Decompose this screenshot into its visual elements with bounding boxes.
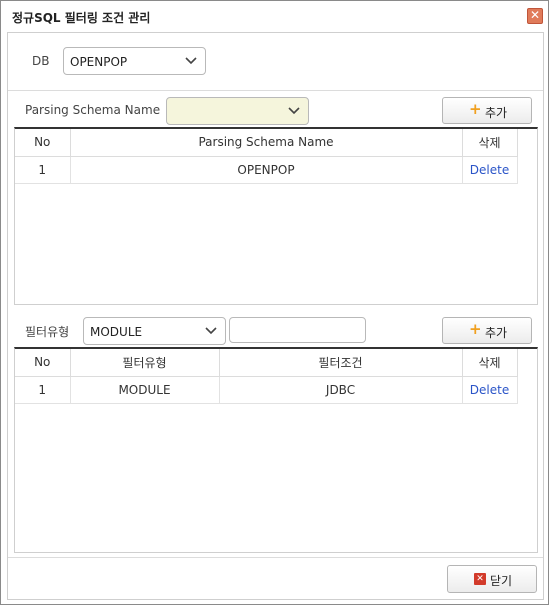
table-row: 1 OPENPOP Delete [15, 156, 518, 184]
chevron-down-icon [177, 48, 205, 74]
close-icon: ✕ [474, 573, 486, 585]
schema-grid: No Parsing Schema Name 삭제 1 OPENPOP Dele… [14, 127, 538, 305]
filter-col-delete: 삭제 [462, 349, 518, 377]
close-icon[interactable]: ✕ [527, 8, 543, 24]
filter-row-condition: JDBC [219, 376, 463, 404]
filter-col-type: 필터유형 [70, 349, 220, 377]
filter-col-condition: 필터조건 [219, 349, 463, 377]
schema-row-name: OPENPOP [70, 156, 463, 184]
db-select[interactable]: OPENPOP [63, 47, 206, 75]
schema-add-label: 추가 [485, 106, 508, 120]
schema-add-button[interactable]: + 추가 [442, 97, 532, 124]
schema-row-no: 1 [15, 156, 71, 184]
plus-icon: + [469, 320, 482, 338]
delete-link[interactable]: Delete [470, 163, 509, 177]
filter-grid: No 필터유형 필터조건 삭제 1 MODULE JDBC Delete [14, 347, 538, 553]
schema-header-row: No Parsing Schema Name 삭제 [15, 129, 518, 157]
schema-col-name: Parsing Schema Name [70, 129, 463, 157]
filter-row-no: 1 [15, 376, 71, 404]
db-section: DB OPENPOP [8, 33, 543, 91]
footer-divider [8, 557, 543, 558]
db-label: DB [32, 54, 50, 68]
chevron-down-icon [197, 318, 225, 344]
filter-row-type: MODULE [70, 376, 220, 404]
schema-select[interactable] [166, 97, 309, 125]
plus-icon: + [469, 100, 482, 118]
dialog-content: DB OPENPOP Parsing Schema Name + 추가 No P… [7, 32, 544, 600]
close-button[interactable]: ✕ 닫기 [447, 565, 537, 593]
dialog-title: 정규SQL 필터링 조건 관리 [12, 11, 151, 25]
filter-col-no: No [15, 349, 71, 377]
title-bar: 정규SQL 필터링 조건 관리 ✕ [1, 1, 548, 31]
close-button-label: 닫기 [490, 574, 513, 588]
filter-header-row: No 필터유형 필터조건 삭제 [15, 349, 518, 377]
filter-table: No 필터유형 필터조건 삭제 1 MODULE JDBC Delete [15, 349, 518, 404]
schema-label: Parsing Schema Name [25, 103, 161, 117]
table-row: 1 MODULE JDBC Delete [15, 376, 518, 404]
schema-col-delete: 삭제 [462, 129, 518, 157]
schema-col-no: No [15, 129, 71, 157]
filter-add-button[interactable]: + 추가 [442, 317, 532, 344]
filter-type-select[interactable]: MODULE [83, 317, 226, 345]
schema-table: No Parsing Schema Name 삭제 1 OPENPOP Dele… [15, 129, 518, 184]
filter-condition-input[interactable] [229, 317, 366, 343]
filter-type-label: 필터유형 [25, 325, 70, 339]
dialog-window: 정규SQL 필터링 조건 관리 ✕ DB OPENPOP Parsing Sch… [0, 0, 549, 605]
delete-link[interactable]: Delete [470, 383, 509, 397]
chevron-down-icon [280, 98, 308, 124]
filter-type-value: MODULE [90, 325, 143, 339]
filter-add-label: 추가 [485, 326, 508, 340]
db-select-value: OPENPOP [70, 55, 128, 69]
